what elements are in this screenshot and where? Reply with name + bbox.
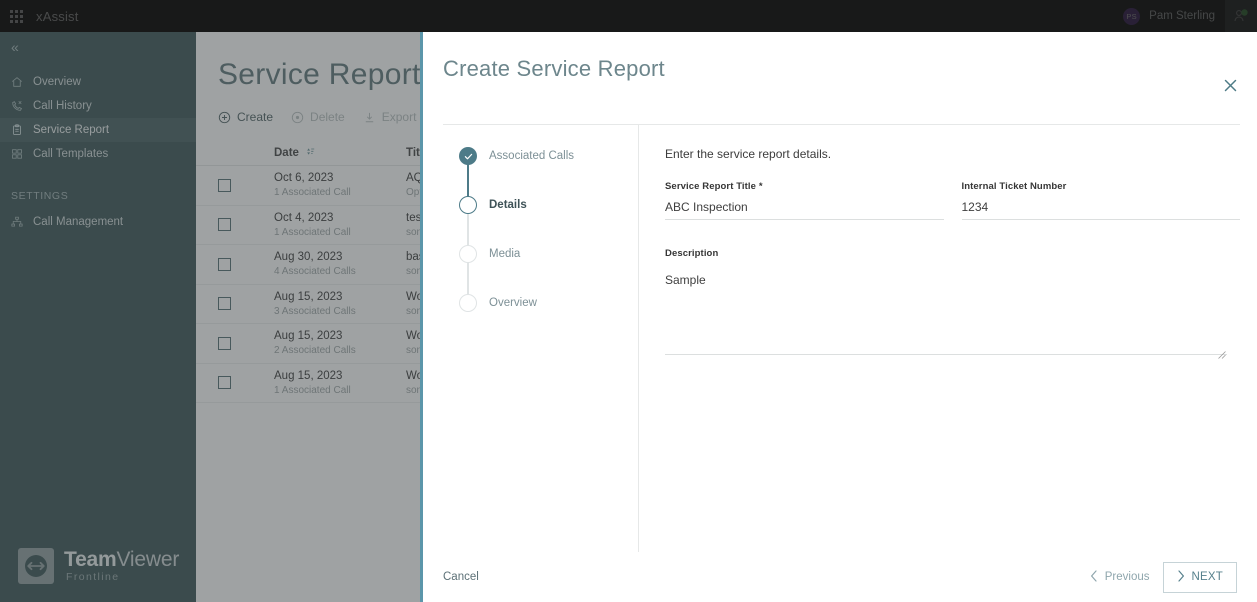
step-label[interactable]: Associated Calls <box>489 147 574 165</box>
step-label[interactable]: Overview <box>489 294 537 312</box>
dialog-body: Associated Calls Details Media Overview … <box>443 124 1240 552</box>
step-media[interactable]: Media <box>443 245 638 294</box>
create-service-report-dialog: Create Service Report Associated Calls D… <box>420 32 1257 602</box>
label-text: Service Report Title <box>665 181 757 192</box>
service-report-title-input[interactable] <box>665 192 944 220</box>
dialog-title: Create Service Report <box>443 56 665 81</box>
service-report-title-label: Service Report Title * <box>665 181 944 192</box>
step-dot-todo <box>459 294 477 312</box>
step-dot-todo <box>459 245 477 263</box>
resize-grip-icon[interactable] <box>1217 346 1226 359</box>
step-dot-current <box>459 196 477 214</box>
service-report-title-field: Service Report Title * <box>665 181 944 220</box>
check-icon <box>459 147 477 165</box>
step-details[interactable]: Details <box>443 196 638 245</box>
description-textarea-wrap <box>665 259 1227 360</box>
description-textarea[interactable] <box>665 259 1227 355</box>
dialog-header: Create Service Report <box>423 32 1257 94</box>
chevron-right-icon <box>1177 569 1185 585</box>
step-label[interactable]: Media <box>489 245 520 263</box>
next-button[interactable]: NEXT <box>1162 561 1237 593</box>
internal-ticket-number-input[interactable] <box>961 192 1240 220</box>
close-icon[interactable] <box>1217 72 1243 98</box>
panel-hint: Enter the service report details. <box>665 147 832 161</box>
cancel-button[interactable]: Cancel <box>443 571 479 583</box>
internal-ticket-number-field: Internal Ticket Number <box>961 181 1240 220</box>
required-marker: * <box>758 181 763 192</box>
chevron-left-icon <box>1090 569 1098 585</box>
details-panel: Enter the service report details. Servic… <box>639 125 1240 552</box>
footer-actions: Previous NEXT <box>1086 561 1237 593</box>
modal-overlay-topbar <box>0 0 1257 32</box>
internal-ticket-number-label: Internal Ticket Number <box>961 181 1067 192</box>
step-label[interactable]: Details <box>489 196 527 214</box>
previous-button-label: Previous <box>1104 571 1150 583</box>
next-button-label: NEXT <box>1191 571 1223 583</box>
previous-button[interactable]: Previous <box>1086 564 1154 591</box>
wizard-stepper: Associated Calls Details Media Overview <box>443 125 639 552</box>
dialog-footer: Cancel Previous NEXT <box>443 552 1237 602</box>
description-label: Description <box>665 248 719 259</box>
app-root: xAssist PS Pam Sterling « Overview <box>0 0 1257 602</box>
description-field: Description <box>665 248 1240 360</box>
field-row: Service Report Title * Internal Ticket N… <box>665 181 1240 220</box>
step-overview[interactable]: Overview <box>443 294 638 343</box>
step-associated-calls[interactable]: Associated Calls <box>443 147 638 196</box>
